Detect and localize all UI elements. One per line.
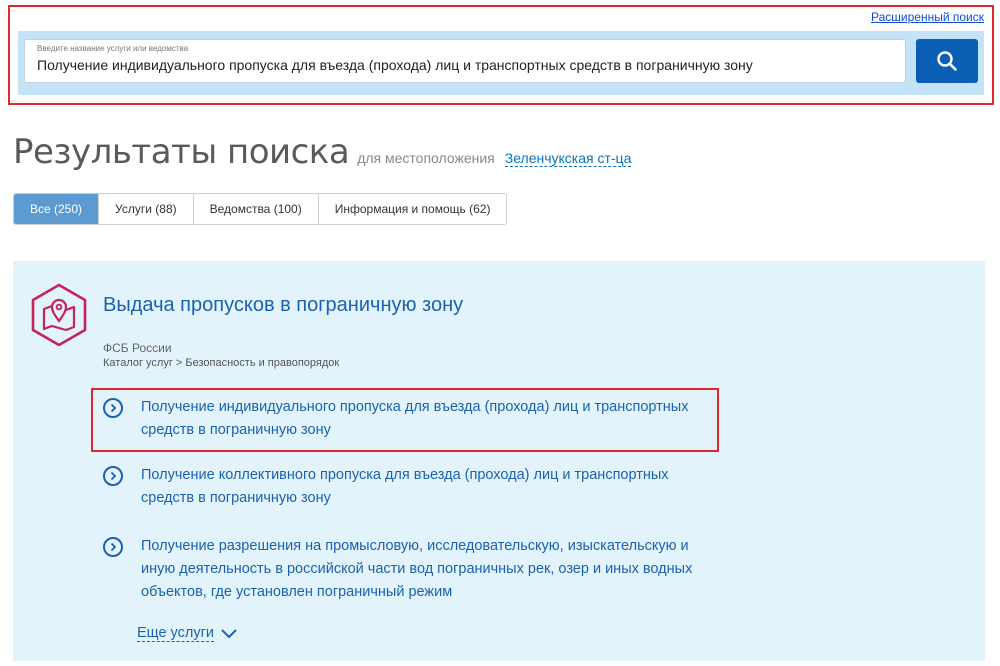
chevron-down-icon xyxy=(221,628,237,638)
more-services-label: Еще услуги xyxy=(137,625,214,642)
tab-all[interactable]: Все (250) xyxy=(14,194,100,224)
category-panel: Выдача пропусков в пограничную зону ФСБ … xyxy=(13,261,985,661)
map-pin-icon xyxy=(31,283,87,347)
service-label: Получение коллективного пропуска для въе… xyxy=(141,467,669,506)
results-tabs: Все (250) Услуги (88) Ведомства (100) Ин… xyxy=(13,193,508,225)
service-item[interactable]: Получение индивидуального пропуска для в… xyxy=(91,388,719,452)
service-label: Получение индивидуального пропуска для в… xyxy=(141,399,689,438)
search-section: Расширенный поиск Введите название услуг… xyxy=(8,5,994,105)
location-prefix: для местоположения xyxy=(357,150,495,166)
service-item[interactable]: Получение разрешения на промысловую, исс… xyxy=(103,535,721,604)
search-hint: Введите название услуги или ведомства xyxy=(37,44,189,53)
search-icon xyxy=(937,51,957,71)
tab-services[interactable]: Услуги (88) xyxy=(99,194,194,224)
search-input[interactable]: Введите название услуги или ведомства По… xyxy=(24,39,906,83)
advanced-search-link[interactable]: Расширенный поиск xyxy=(871,10,984,24)
tab-info-help[interactable]: Информация и помощь (62) xyxy=(318,194,507,224)
location-link[interactable]: Зеленчукская ст-ца xyxy=(504,150,632,167)
results-header: Результаты поиска для местоположения Зел… xyxy=(13,132,632,172)
org-name: ФСБ России xyxy=(103,341,172,355)
service-label: Получение разрешения на промысловую, исс… xyxy=(141,538,693,600)
tab-departments[interactable]: Ведомства (100) xyxy=(193,194,319,224)
chevron-right-icon xyxy=(103,537,123,557)
page-title: Результаты поиска xyxy=(13,132,350,172)
search-button[interactable] xyxy=(916,39,978,83)
more-services-link[interactable]: Еще услуги xyxy=(137,625,238,642)
search-value: Получение индивидуального пропуска для в… xyxy=(37,57,753,73)
service-item[interactable]: Получение коллективного пропуска для въе… xyxy=(103,464,721,510)
chevron-right-icon xyxy=(103,466,123,486)
search-bar: Введите название услуги или ведомства По… xyxy=(18,31,984,95)
breadcrumb: Каталог услуг > Безопасность и правопоря… xyxy=(103,357,340,369)
category-title[interactable]: Выдача пропусков в пограничную зону xyxy=(103,294,463,317)
chevron-right-icon xyxy=(103,398,123,418)
